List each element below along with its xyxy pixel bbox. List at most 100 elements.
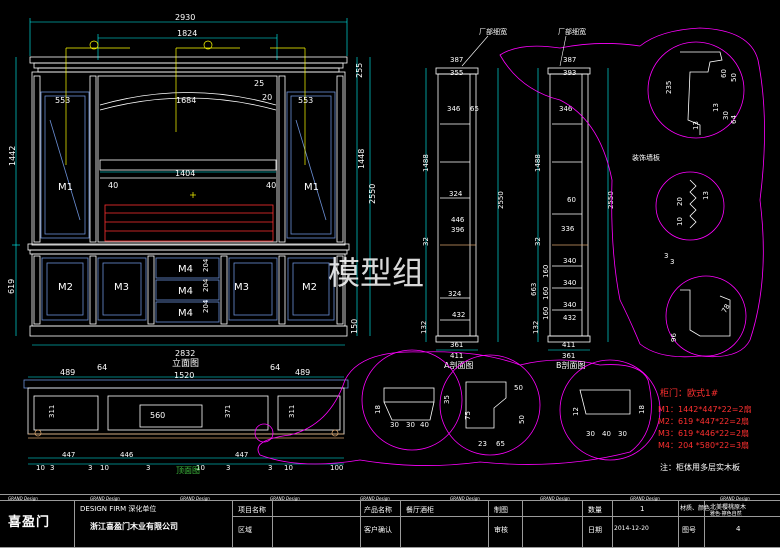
section-b-dim-3: 1488	[534, 154, 542, 172]
date-label: 日期	[588, 526, 602, 534]
elevation-dim-shelf-width: 1404	[175, 169, 195, 178]
spec-line-m4: M4：204 *580*22=3扇	[658, 440, 749, 450]
section-b-dim-15: 432	[563, 314, 576, 322]
plan-dim-inner-2: 560	[150, 411, 165, 420]
elevation-dim-arch-a: 25	[254, 79, 264, 88]
section-b-dim-6: 32	[534, 237, 542, 246]
elevation-dim-bottom: 2832	[175, 349, 195, 358]
section-a-dim-3: 65	[470, 105, 479, 113]
drawn-by-label: 制图	[494, 506, 508, 514]
section-b-dim-8: 340	[563, 279, 576, 287]
door-label-m4-top: M4	[178, 264, 193, 275]
door-label-m3-right: M3	[234, 282, 249, 293]
section-b-dim-18: 361	[562, 352, 575, 360]
plan-dim-bottom-9: 447	[235, 451, 248, 459]
section-a-dim-10: 324	[448, 290, 462, 298]
product-name-value: 餐厅酒柜	[406, 506, 434, 514]
profile-dim-3: 30	[406, 421, 415, 429]
elevation-dim-drawer-3: 204	[202, 299, 210, 313]
customer-confirm-label: 客户确认	[364, 526, 392, 534]
profile-dim-10: 12	[572, 407, 580, 416]
profile-dim-7: 23	[478, 440, 487, 448]
quantity-label: 数量	[588, 506, 602, 514]
section-a-dim-8: 32	[422, 237, 430, 246]
company-name: 浙江喜盈门木业有限公司	[90, 522, 178, 531]
profile-dim-11: 18	[638, 405, 646, 414]
section-b-dim-11: 160	[542, 265, 550, 278]
section-a-dim-12: 132	[420, 321, 428, 334]
elevation-dim-total-height: 2550	[368, 184, 377, 204]
elevation-dim-door-width-right: 553	[298, 96, 313, 105]
section-a-dim-2: 346	[447, 105, 461, 113]
strip-text-6: GRAND Design	[450, 496, 480, 501]
plan-dim-bottom-3: 3	[88, 464, 92, 472]
spec-line-m1: M1：1442*447*22=2扇	[658, 404, 752, 414]
elevation-dim-shelf-right: 40	[266, 181, 276, 190]
plan-dim-top-1: 64	[97, 363, 107, 372]
strip-text-4: GRAND Design	[270, 496, 300, 501]
plan-dim-bottom-2: 447	[62, 451, 75, 459]
plan-dim-top-4: 489	[295, 368, 310, 377]
profile-dim-0: 18	[374, 405, 382, 414]
sheet-label: 图号	[682, 526, 696, 534]
section-b-dim-7: 340	[563, 257, 576, 265]
section-b-dim-4: 60	[567, 196, 576, 204]
detail-dim-6: 13	[692, 121, 700, 130]
detail-dim-5: 64	[730, 115, 738, 124]
strip-text-7: GRAND Design	[540, 496, 570, 501]
section-a-dim-14: 411	[450, 352, 463, 360]
spec-title: 柜门：欧式1#	[660, 387, 718, 399]
detail-dim-8: 10	[676, 217, 684, 226]
section-a-dim-0: 387	[450, 56, 463, 64]
company-logo: 喜盈门	[8, 515, 51, 530]
elevation-dim-inner-width: 1824	[177, 29, 197, 38]
section-b-dim-5: 336	[561, 225, 575, 233]
profile-dim-14: 30	[618, 430, 627, 438]
section-b-dim-17: 411	[562, 341, 575, 349]
section-b-callout: 厂部细宽	[558, 27, 586, 36]
elevation-dim-upper-height: 1442	[8, 146, 17, 166]
date-value: 2014-12-20	[614, 525, 649, 532]
section-b-dim-14: 2550	[607, 191, 615, 209]
plan-dim-inner-1: 371	[224, 405, 232, 418]
strip-text-3: GRAND Design	[180, 496, 210, 501]
design-firm-label: DESIGN FIRM 深化单位	[80, 505, 157, 513]
plan-dim-bottom-4: 10	[100, 464, 109, 472]
elevation-dim-plinth: 150	[350, 319, 359, 334]
section-b-dim-9: 340	[563, 301, 576, 309]
section-a-dim-6: 446	[451, 216, 465, 224]
section-a-dim-7: 396	[451, 226, 465, 234]
profile-dim-12: 30	[586, 430, 595, 438]
watermark: 模型组	[328, 254, 424, 292]
section-b-dim-16: 132	[532, 321, 540, 334]
spec-line-m2: M2：619 *447*22=2扇	[658, 416, 749, 426]
elevation-dim-drawer-1: 204	[202, 258, 210, 272]
profile-dim-5: 50	[514, 384, 523, 392]
profile-dim-9: 50	[518, 415, 526, 424]
quantity-value: 1	[640, 505, 645, 513]
spec-line-m3: M3：619 *446*22=2扇	[658, 428, 749, 438]
detail-dim-7: 20	[676, 197, 684, 206]
plan-dim-bottom-8: 3	[226, 464, 230, 472]
strip-text-5: GRAND Design	[360, 496, 390, 501]
detail-dim-2: 50	[730, 73, 738, 82]
plan-view-label: 顶面图	[176, 466, 200, 475]
elevation-dim-opening-width: 1684	[176, 96, 196, 105]
door-label-m1-left: M1	[58, 182, 73, 193]
elevation-dim-drawer-2: 204	[202, 278, 210, 292]
profile-dim-4: 40	[420, 421, 429, 429]
detail-label: 装饰墙板	[632, 153, 660, 162]
section-a-dim-5: 324	[449, 190, 463, 198]
material-label: 材质、颜色	[680, 505, 711, 512]
strip-text-2: GRAND Design	[90, 496, 120, 501]
detail-dim-3: 13	[712, 103, 720, 112]
section-b-dim-0: 387	[563, 56, 576, 64]
plan-dim-bottom-6: 3	[146, 464, 150, 472]
detail-dim-11: 3	[670, 258, 674, 266]
project-name-label: 项目名称	[238, 506, 266, 514]
detail-dim-1: 60	[720, 69, 728, 78]
plan-dim-inner-0: 311	[48, 405, 56, 418]
section-a-callout: 厂部细宽	[479, 27, 507, 36]
elevation-dim-lower-height: 619	[7, 279, 16, 294]
section-b-dim-12: 160	[542, 287, 550, 300]
